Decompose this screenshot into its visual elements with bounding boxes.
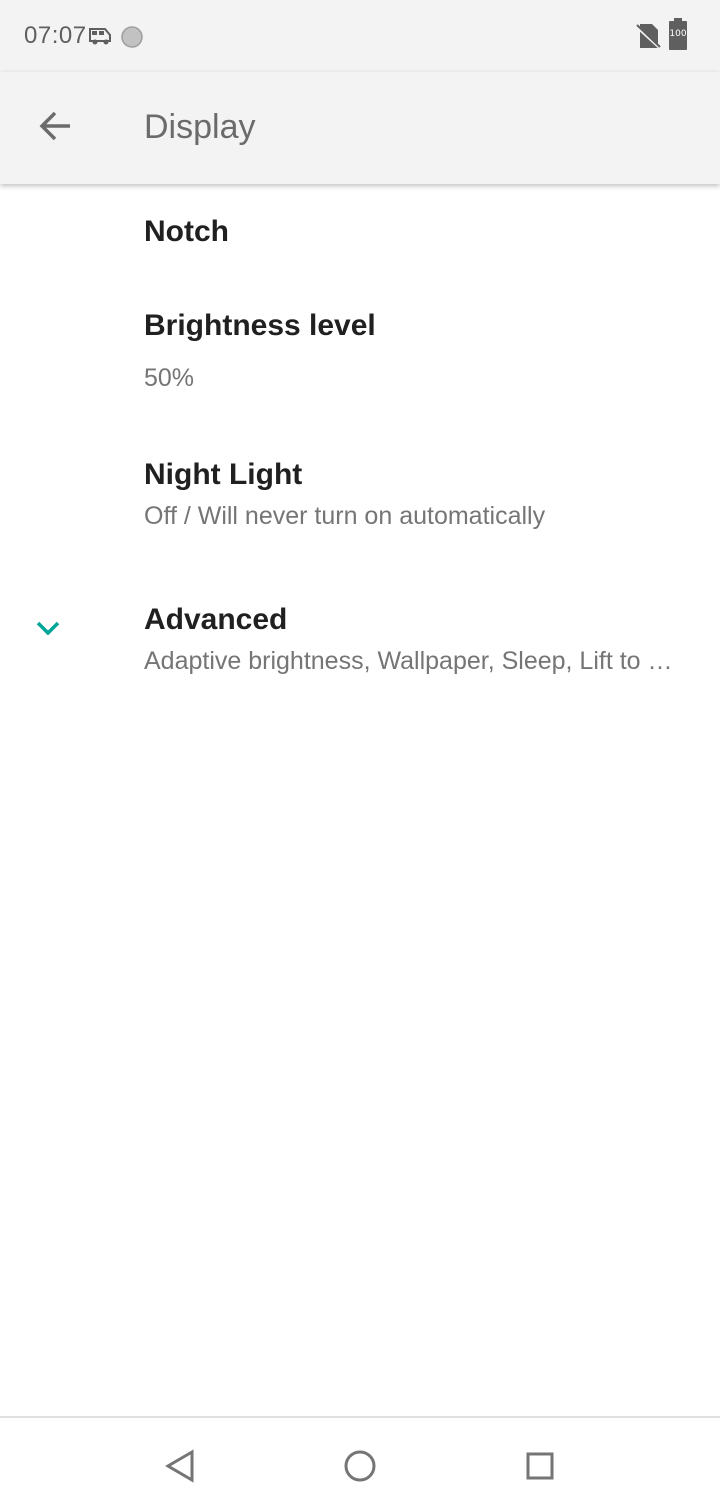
recents-square-icon[interactable] [518,1444,562,1488]
pref-title: Brightness level [144,309,376,342]
status-time: 07:07 [24,22,87,49]
status-bar: 07:07 100 [0,0,720,72]
circle-notification-icon [120,25,144,54]
app-bar: Display [0,72,720,184]
page-title: Display [144,108,256,146]
display-settings-screen: 07:07 100 Display Notch Brightness level… [0,0,720,1512]
arrow-back-icon [38,108,74,149]
battery-icon: 100 [666,18,690,57]
pref-notch[interactable]: Notch [0,184,720,280]
pref-summary: Off / Will never turn on automatically [144,502,546,530]
pref-title: Night Light [144,458,303,491]
pref-brightness-level[interactable]: Brightness level 50% [0,280,720,428]
no-sim-icon [634,22,662,55]
home-circle-icon[interactable] [338,1444,382,1488]
pref-night-light[interactable]: Night Light Off / Will never turn on aut… [0,428,720,572]
back-button[interactable] [24,96,88,160]
battery-level-label: 100 [669,29,687,39]
pref-title: Advanced [144,603,288,636]
van-icon [88,26,114,51]
pref-advanced[interactable]: Advanced Adaptive brightness, Wallpaper,… [0,572,720,688]
pref-summary: 50% [144,364,195,392]
pref-summary: Adaptive brightness, Wallpaper, Sleep, L… [144,647,684,675]
navigation-bar [0,1416,720,1512]
chevron-down-icon [32,612,64,644]
pref-title: Notch [144,215,229,248]
back-triangle-icon[interactable] [158,1444,202,1488]
